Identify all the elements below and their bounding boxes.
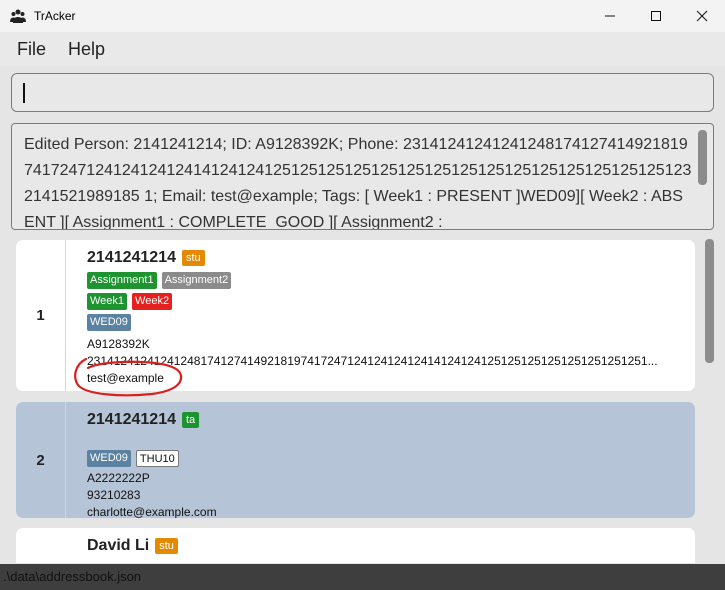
person-details: 2141241214 ta WED09 THU10 A2222222P 9321… [87,402,687,518]
close-button[interactable] [679,0,725,32]
person-email: charlotte@example.com [87,505,217,518]
result-text: Edited Person: 2141241214; ID: A9128392K… [24,136,692,230]
class-tag: WED09 [87,314,131,331]
assignment-tag: Assignment2 [161,272,232,289]
window-controls [587,0,725,32]
attendance-tags: Week1 Week2 [87,293,687,310]
class-tag: THU10 [135,450,179,467]
person-name: 2141241214 [87,249,176,266]
close-icon [696,10,708,22]
person-details: David Li stu [87,528,687,556]
name-row: David Li stu [87,536,687,556]
main-area: Edited Person: 2141241214; ID: A9128392K… [0,66,725,564]
app-icon [10,9,26,23]
result-display[interactable]: Edited Person: 2141241214; ID: A9128392K… [11,123,714,230]
person-phone: 2314124124124124817412741492181974172471… [87,354,658,368]
result-scrollbar[interactable] [698,130,707,185]
class-tags: WED09 [87,314,687,331]
person-details: 2141241214 stu Assignment1 Assignment2 W… [87,240,687,387]
person-name: 2141241214 [87,411,176,428]
assignment-tag: Assignment1 [87,272,157,289]
text-cursor [23,83,25,103]
person-card-selected[interactable]: 2 2141241214 ta WED09 THU10 A2222222P 93… [16,402,695,518]
person-phone: 93210283 [87,488,141,502]
title-bar: TrAcker [0,0,725,32]
person-index: 2 [16,402,66,518]
name-row: 2141241214 stu [87,248,687,268]
assignment-tags: Assignment1 Assignment2 [87,272,687,289]
person-id: A9128392K [87,337,150,351]
status-bar: .\data\addressbook.json [0,564,725,590]
window-title: TrAcker [34,9,76,23]
person-index: 1 [16,240,66,391]
role-badge: stu [155,538,178,554]
week-tag: Week1 [87,293,128,310]
person-card[interactable]: 3 David Li stu [16,528,695,563]
person-id: A2222222P [87,471,150,485]
menu-file[interactable]: File [17,39,46,60]
person-name: David Li [87,537,150,554]
name-row: 2141241214 ta [87,410,687,430]
menu-bar: File Help [0,32,725,66]
maximize-icon [651,11,661,21]
class-tags: WED09 THU10 [87,450,687,467]
person-list: 1 2141241214 stu Assignment1 Assignment2… [11,236,714,563]
class-tag: WED09 [87,450,131,467]
maximize-button[interactable] [633,0,679,32]
minimize-button[interactable] [587,0,633,32]
menu-help[interactable]: Help [68,39,105,60]
person-card[interactable]: 1 2141241214 stu Assignment1 Assignment2… [16,240,695,391]
role-badge: stu [181,250,205,266]
role-badge: ta [181,412,200,428]
week-tag: Week2 [132,293,173,310]
list-scrollbar[interactable] [705,239,714,363]
minimize-icon [605,15,615,17]
person-email: test@example [87,371,164,385]
command-input[interactable] [11,73,714,112]
file-path: .\data\addressbook.json [3,569,142,584]
